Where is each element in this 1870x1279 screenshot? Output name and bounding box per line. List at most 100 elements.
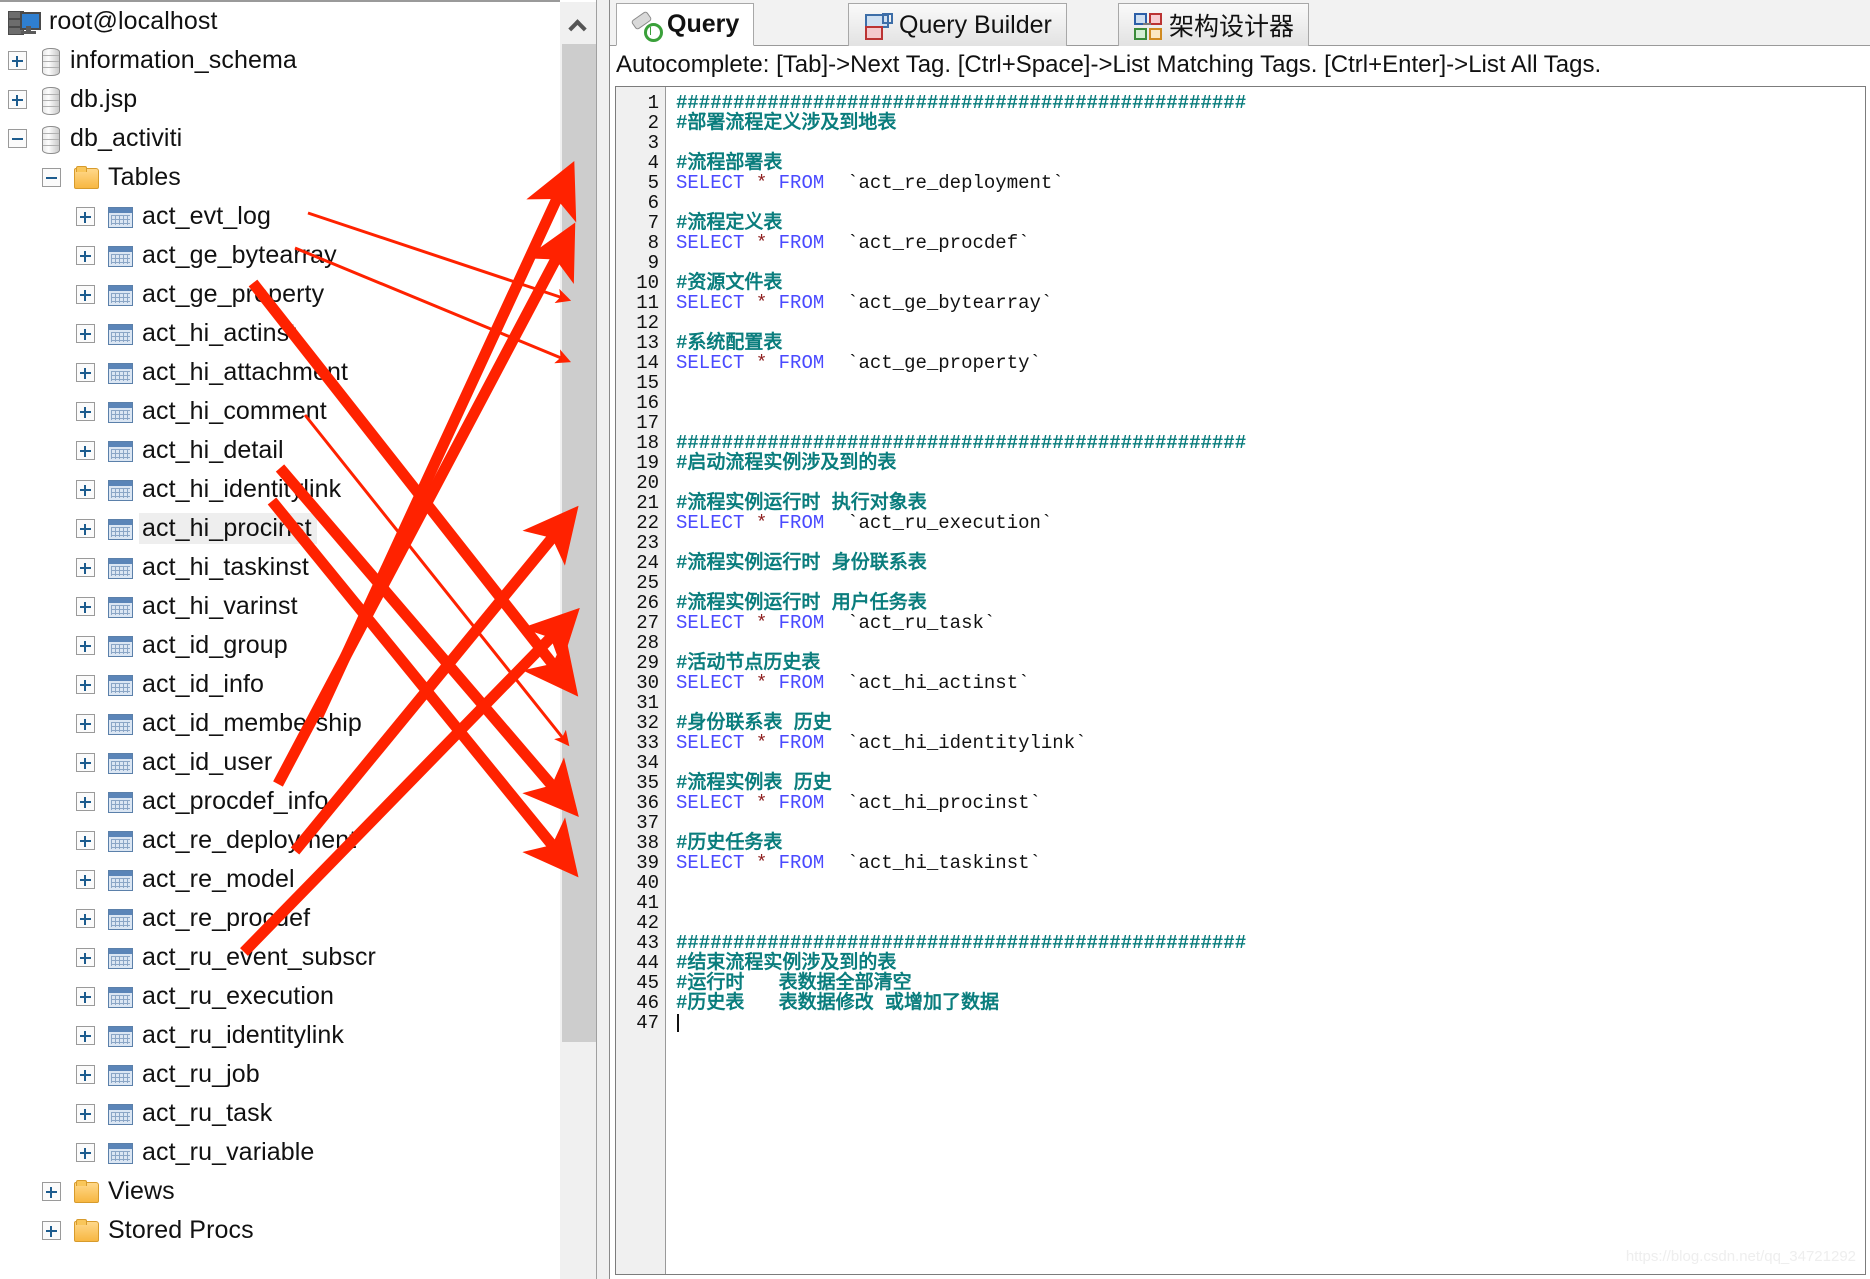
- tree-item-act-id-group[interactable]: act_id_group: [0, 626, 560, 665]
- tree-item-label: act_id_user: [142, 748, 273, 776]
- sql-table-name: `act_ru_task`: [847, 612, 996, 634]
- tree-item-act-id-user[interactable]: act_id_user: [0, 743, 560, 782]
- tree-item-act-hi-procinst[interactable]: act_hi_procinst: [0, 509, 560, 548]
- line-number: 35: [636, 772, 659, 794]
- tree-root-label: root@localhost: [49, 7, 218, 35]
- tree-item-act-hi-comment[interactable]: act_hi_comment: [0, 392, 560, 431]
- tree-item-act-re-procdef[interactable]: act_re_procdef: [0, 899, 560, 938]
- expand-plus-icon[interactable]: [76, 636, 95, 655]
- tab-schema-designer[interactable]: 架构设计器: [1118, 3, 1310, 46]
- expand-plus-icon[interactable]: [76, 207, 95, 226]
- expand-plus-icon[interactable]: [76, 675, 95, 694]
- collapse-minus-icon[interactable]: [8, 129, 27, 148]
- tree-item-act-ru-task[interactable]: act_ru_task: [0, 1094, 560, 1133]
- line-number: 22: [636, 512, 659, 534]
- expand-plus-icon[interactable]: [42, 1221, 61, 1240]
- expand-plus-icon[interactable]: [76, 1104, 95, 1123]
- expand-plus-icon[interactable]: [76, 831, 95, 850]
- expand-plus-icon[interactable]: [76, 1065, 95, 1084]
- expand-plus-icon[interactable]: [76, 402, 95, 421]
- tree-item-act-evt-log[interactable]: act_evt_log: [0, 197, 560, 236]
- expand-plus-icon[interactable]: [76, 870, 95, 889]
- expand-plus-icon[interactable]: [76, 246, 95, 265]
- tree-item-act-id-membership[interactable]: act_id_membership: [0, 704, 560, 743]
- tree-item-db-jsp[interactable]: db.jsp: [0, 80, 560, 119]
- tree-item-act-ru-variable[interactable]: act_ru_variable: [0, 1133, 560, 1172]
- scrollbar-thumb[interactable]: [562, 44, 596, 1042]
- expand-plus-icon[interactable]: [76, 1026, 95, 1045]
- tree-item-act-ge-bytearray[interactable]: act_ge_bytearray: [0, 236, 560, 275]
- scroll-up-button[interactable]: [560, 8, 596, 42]
- expand-plus-icon[interactable]: [76, 441, 95, 460]
- tree-item-act-procdef-info[interactable]: act_procdef_info: [0, 782, 560, 821]
- tree-item-information-schema[interactable]: information_schema: [0, 41, 560, 80]
- tree-item-act-hi-identitylink[interactable]: act_hi_identitylink: [0, 470, 560, 509]
- object-explorer-tree[interactable]: root@localhost information_schema db.jsp db…: [0, 0, 560, 1279]
- tree-item-act-ru-identitylink[interactable]: act_ru_identitylink: [0, 1016, 560, 1055]
- tab-query[interactable]: Query: [616, 3, 755, 46]
- expand-plus-icon[interactable]: [76, 324, 95, 343]
- expand-plus-icon[interactable]: [76, 597, 95, 616]
- tree-item-act-re-deployment[interactable]: act_re_deployment: [0, 821, 560, 860]
- tree-item-act-hi-taskinst[interactable]: act_hi_taskinst: [0, 548, 560, 587]
- line-number: 2: [647, 112, 659, 134]
- expand-plus-icon[interactable]: [8, 51, 27, 70]
- tree-item-act-hi-attachment[interactable]: act_hi_attachment: [0, 353, 560, 392]
- tree-vertical-scrollbar[interactable]: [560, 2, 596, 1279]
- expand-plus-icon[interactable]: [76, 948, 95, 967]
- tree-item-act-ge-property[interactable]: act_ge_property: [0, 275, 560, 314]
- tree-item-act-ru-event-subscr[interactable]: act_ru_event_subscr: [0, 938, 560, 977]
- line-number: 12: [636, 312, 659, 334]
- expand-plus-icon[interactable]: [76, 519, 95, 538]
- code-line: SELECT * FROM `act_hi_identitylink`: [676, 732, 1087, 754]
- tree-item-label: act_procdef_info: [142, 787, 329, 815]
- table-icon: [107, 752, 133, 774]
- expand-plus-icon[interactable]: [76, 792, 95, 811]
- expand-plus-icon[interactable]: [76, 987, 95, 1006]
- tree-item-act-hi-actinst[interactable]: act_hi_actinst: [0, 314, 560, 353]
- tree-item-label: act_ru_event_subscr: [142, 943, 376, 971]
- sql-editor[interactable]: 1 2 3 4 5 6 7 8 9 10 11 12 13 14 15 16 17 18 19 20 21 22 23 24 2…: [615, 86, 1866, 1275]
- tree-item-label: db_activiti: [70, 124, 183, 152]
- tree-root-node[interactable]: root@localhost: [0, 2, 560, 41]
- tree-item-db-activiti[interactable]: db_activiti: [0, 119, 560, 158]
- schema-designer-icon: [1133, 12, 1162, 40]
- expand-plus-icon[interactable]: [76, 480, 95, 499]
- tree-item-label: act_ru_variable: [142, 1138, 315, 1166]
- line-number: 39: [636, 852, 659, 874]
- line-number: 10: [636, 272, 659, 294]
- expand-plus-icon[interactable]: [76, 558, 95, 577]
- table-icon: [107, 401, 133, 423]
- tree-item-act-id-info[interactable]: act_id_info: [0, 665, 560, 704]
- collapse-minus-icon[interactable]: [42, 168, 61, 187]
- tree-item-act-hi-varinst[interactable]: act_hi_varinst: [0, 587, 560, 626]
- tab-strip: Query Query Builder 架构设计器: [610, 0, 1870, 46]
- tree-item-label: Stored Procs: [108, 1216, 254, 1244]
- tree-item-act-hi-detail[interactable]: act_hi_detail: [0, 431, 560, 470]
- line-number: 15: [636, 372, 659, 394]
- expand-plus-icon[interactable]: [42, 1182, 61, 1201]
- expand-plus-icon[interactable]: [76, 285, 95, 304]
- panel-splitter[interactable]: [596, 0, 610, 1279]
- tree-item-stored-procs[interactable]: Stored Procs: [0, 1211, 560, 1250]
- expand-plus-icon[interactable]: [76, 1143, 95, 1162]
- tree-item-tables[interactable]: Tables: [0, 158, 560, 197]
- table-icon: [107, 947, 133, 969]
- tree-item-act-re-model[interactable]: act_re_model: [0, 860, 560, 899]
- expand-plus-icon[interactable]: [76, 753, 95, 772]
- tree-item-act-ru-execution[interactable]: act_ru_execution: [0, 977, 560, 1016]
- expand-plus-icon[interactable]: [8, 90, 27, 109]
- tab-query-builder[interactable]: Query Builder: [848, 3, 1067, 46]
- tree-item-act-ru-job[interactable]: act_ru_job: [0, 1055, 560, 1094]
- code-line: #流程定义表: [676, 212, 783, 234]
- code-line: SELECT * FROM `act_re_procdef`: [676, 232, 1030, 254]
- expand-plus-icon[interactable]: [76, 363, 95, 382]
- tree-item-label: act_ge_bytearray: [142, 241, 337, 269]
- tree-item-label: act_hi_procinst: [139, 513, 317, 544]
- expand-plus-icon[interactable]: [76, 909, 95, 928]
- folder-icon: [73, 1179, 99, 1203]
- tree-item-views[interactable]: Views: [0, 1172, 560, 1211]
- expand-plus-icon[interactable]: [76, 714, 95, 733]
- line-number: 42: [636, 912, 659, 934]
- sql-code-area[interactable]: ########################################…: [672, 87, 1865, 1274]
